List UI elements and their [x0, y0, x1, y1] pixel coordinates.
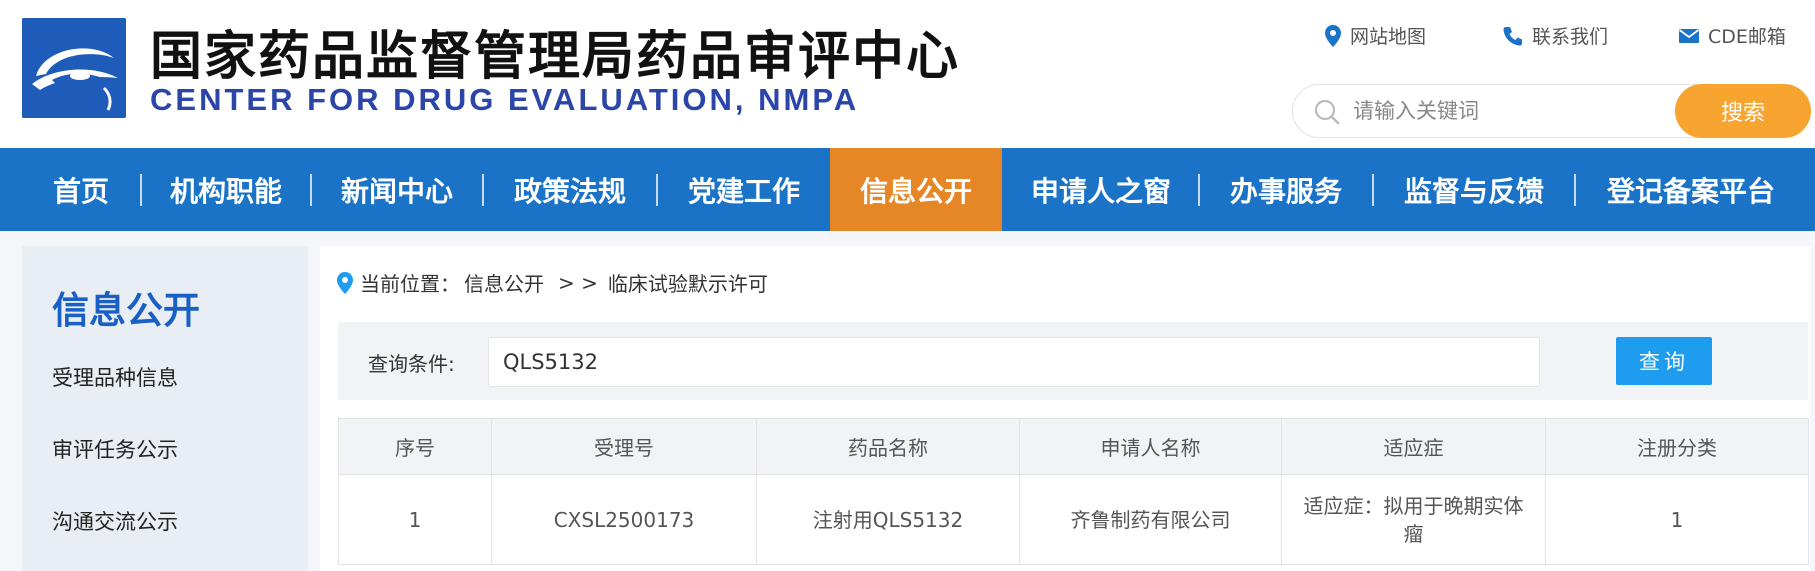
nav-item-home[interactable]: 首页: [22, 148, 140, 231]
nav-item-registration-platform[interactable]: 登记备案平台: [1576, 148, 1806, 231]
logo-emblem-icon: [22, 18, 126, 118]
query-bar: 查询条件: 查询: [338, 322, 1808, 400]
sidebar-title: 信息公开: [52, 289, 200, 332]
nav-item-policies[interactable]: 政策法规: [484, 148, 656, 231]
mail-icon: [1678, 28, 1700, 43]
cell-registration-class: 1: [1545, 474, 1809, 565]
cde-mail-link[interactable]: CDE邮箱: [1678, 22, 1786, 49]
cell-indication: 适应症：拟用于晚期实体瘤: [1281, 474, 1546, 565]
breadcrumb-current: 临床试验默示许可: [607, 272, 768, 296]
cde-logo[interactable]: [22, 18, 126, 118]
column-header-applicant: 申请人名称: [1019, 418, 1282, 475]
query-label: 查询条件:: [368, 352, 455, 376]
search-icon: [1314, 99, 1340, 125]
column-header-drug-name: 药品名称: [756, 418, 1020, 475]
nav-item-info-disclosure[interactable]: 信息公开: [830, 148, 1002, 231]
query-input[interactable]: [488, 337, 1540, 387]
sidebar: 信息公开 受理品种信息 审评任务公示 沟通交流公示: [22, 246, 308, 571]
search-button[interactable]: 搜索: [1675, 84, 1811, 138]
top-links: 网站地图 联系我们 CDE邮箱: [1320, 22, 1810, 52]
cell-applicant: 齐鲁制药有限公司: [1019, 474, 1282, 565]
main-nav: 首页 机构职能 新闻中心 政策法规 党建工作 信息公开 申请人之窗 办事服务 监…: [0, 148, 1815, 231]
table-row: 1 CXSL2500173 注射用QLS5132 齐鲁制药有限公司 适应症：拟用…: [338, 474, 1809, 565]
sitemap-link-label: 网站地图: [1350, 26, 1427, 48]
phone-icon: [1503, 26, 1522, 45]
nav-item-supervision-feedback[interactable]: 监督与反馈: [1374, 148, 1574, 231]
nav-item-services[interactable]: 办事服务: [1200, 148, 1372, 231]
sitemap-link[interactable]: 网站地图: [1324, 22, 1426, 49]
query-button[interactable]: 查询: [1616, 337, 1712, 385]
breadcrumb-prefix: 当前位置：: [360, 272, 460, 296]
contact-link[interactable]: 联系我们: [1502, 22, 1608, 49]
column-header-indication: 适应症: [1281, 418, 1546, 475]
table-header-row: 序号 受理号 药品名称 申请人名称 适应症 注册分类: [338, 418, 1809, 475]
cde-mail-link-label: CDE邮箱: [1708, 26, 1786, 48]
contact-link-label: 联系我们: [1532, 26, 1609, 48]
nav-item-news[interactable]: 新闻中心: [312, 148, 482, 231]
sidebar-item-communication[interactable]: 沟通交流公示: [52, 506, 178, 536]
location-pin-icon: [1325, 24, 1341, 47]
sidebar-item-accepted-varieties[interactable]: 受理品种信息: [52, 362, 178, 392]
column-header-index: 序号: [338, 418, 492, 475]
breadcrumb-section[interactable]: 信息公开: [464, 268, 544, 297]
breadcrumb: 当前位置： 信息公开 > > 临床试验默示许可: [336, 268, 772, 297]
search-input[interactable]: [1353, 93, 1653, 129]
nav-item-party-building[interactable]: 党建工作: [658, 148, 830, 231]
site-title-en: CENTER FOR DRUG EVALUATION, NMPA: [150, 82, 860, 117]
results-table: 序号 受理号 药品名称 申请人名称 适应症 注册分类 1 CXSL2500173…: [338, 418, 1809, 565]
cell-acceptance-no[interactable]: CXSL2500173: [491, 474, 757, 565]
breadcrumb-separator: > >: [558, 270, 598, 295]
column-header-registration-class: 注册分类: [1545, 418, 1809, 475]
sidebar-item-review-tasks[interactable]: 审评任务公示: [52, 434, 178, 464]
cell-index: 1: [338, 474, 492, 565]
nav-item-functions[interactable]: 机构职能: [142, 148, 310, 231]
main-panel: 当前位置： 信息公开 > > 临床试验默示许可 查询条件: 查询 序号 受理号 …: [320, 246, 1810, 571]
column-header-acceptance-no: 受理号: [491, 418, 757, 475]
site-header: 国家药品监督管理局药品审评中心 CENTER FOR DRUG EVALUATI…: [0, 0, 1815, 148]
nav-item-applicant-window[interactable]: 申请人之窗: [1004, 148, 1198, 231]
site-search: 搜索: [1292, 84, 1811, 138]
location-pin-icon: [337, 271, 353, 294]
site-title-cn: 国家药品监督管理局药品审评中心: [150, 27, 961, 87]
cell-drug-name: 注射用QLS5132: [756, 474, 1020, 565]
